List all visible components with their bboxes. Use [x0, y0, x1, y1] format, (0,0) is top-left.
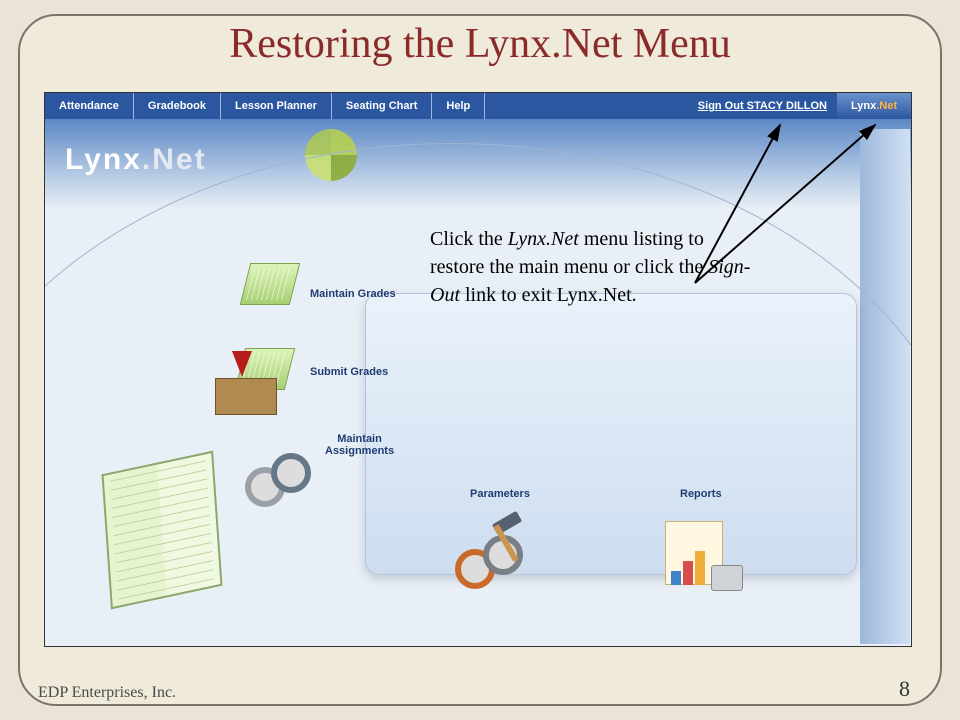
callout-text: Click the Lynx.Net menu listing to resto… [430, 225, 760, 309]
footer-company: EDP Enterprises, Inc. [38, 684, 176, 702]
slide-title: Restoring the Lynx.Net Menu [0, 20, 960, 68]
callout-p1: Click the [430, 228, 508, 250]
app-screenshot: Attendance Gradebook Lesson Planner Seat… [44, 92, 912, 647]
slide: Restoring the Lynx.Net Menu Attendance G… [0, 0, 960, 720]
page-number: 8 [899, 676, 910, 702]
callout-p3: link to exit Lynx.Net. [460, 284, 637, 306]
annotation-arrows [45, 93, 911, 646]
callout-em1: Lynx.Net [508, 228, 584, 250]
